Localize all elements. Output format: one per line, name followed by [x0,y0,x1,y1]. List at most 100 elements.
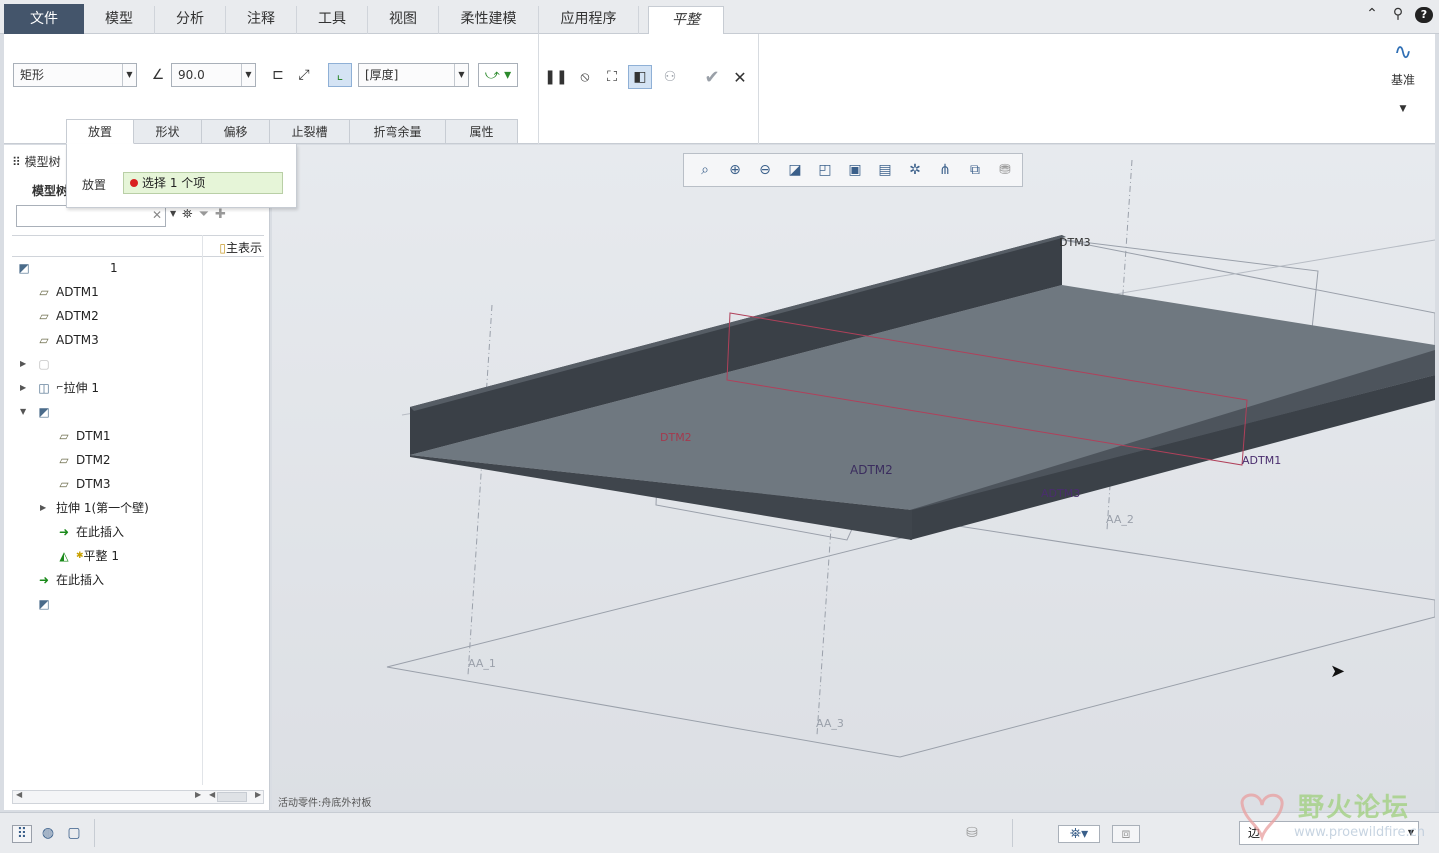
subtab-bend-allowance[interactable]: 折弯余量 [350,119,446,144]
tab-flexible-modeling[interactable]: 柔性建模 [439,6,539,34]
scrollbar-thumb[interactable] [217,792,247,802]
binoculars-icon[interactable]: ⛯ [182,207,192,222]
add-icon[interactable]: ✚ [215,207,226,222]
apply-check-icon[interactable]: ✔ [700,65,724,89]
axis-label-aa2[interactable]: AA_2 [1106,513,1134,526]
model-tree-toggle-icon[interactable]: ⠿ [12,825,32,843]
thickness-value: [厚度] [365,68,399,82]
expand-icon: ▶ [40,503,47,512]
chevron-down-icon[interactable]: ▼ [1383,104,1423,114]
select-box-icon[interactable]: ⧈ [1112,825,1140,843]
tab-annotate[interactable]: 注释 [226,6,297,34]
shape-dropdown[interactable]: 矩形 ▼ [13,63,137,87]
tree-horizontal-scrollbar[interactable]: ◀ ▶ ◀ ▶ [12,790,264,804]
datum-label-dtm2[interactable]: DTM2 [660,431,692,444]
datum-plane-icon: ▱ [59,453,69,467]
tree-node-flat-1[interactable]: ◭ ✱平整 1 [56,545,119,567]
clear-icon[interactable]: ✕ [152,208,162,222]
display-style-icon[interactable]: ◰ [812,157,838,183]
tree-node-insert-here-root[interactable]: ➜ 在此插入 [36,569,104,591]
subtab-placement[interactable]: 放置 [66,119,134,144]
tree-column-header: ▯主表示 [12,235,264,257]
feature-preview-icon[interactable]: ◧ [628,65,652,89]
status-separator [1012,819,1013,847]
tab-analysis[interactable]: 分析 [155,6,226,34]
angle-dropdown[interactable]: 90.0 ▼ [171,63,256,87]
chevron-down-icon[interactable]: ▼ [241,64,255,86]
graphics-window[interactable]: DTM3 DTM2 ADTM2 ADTM3 ADTM1 AA_2 AA_1 AA… [272,145,1435,810]
tree-node-extrude[interactable]: ▶ ◫ ⌐拉伸 1 [20,377,99,399]
model-view[interactable] [272,145,1435,810]
datum-display-icon[interactable]: ✲ [902,157,928,183]
watermark-url: www.proewildfire.cn [1294,825,1425,840]
expand-icon: ▶ [20,383,27,392]
tree-node-adtm2[interactable]: ▱ ADTM2 [36,305,98,327]
browser-toggle-icon[interactable]: ◍ [38,825,58,843]
chevron-down-icon[interactable]: ▼ [170,207,176,222]
tree-node-insert-here[interactable]: ➜ 在此插入 [56,521,124,543]
axis-label-aa1[interactable]: AA_1 [468,657,496,670]
filter-icon[interactable]: ⏷ [199,207,209,222]
main-representation-column[interactable]: ▯主表示 [219,239,262,256]
repaint-icon[interactable]: ◪ [782,157,808,183]
tree-node-sheetmetal[interactable]: ▼ ◩ [20,401,56,423]
regenerate-icon[interactable]: ⛁ [962,825,982,843]
geometry-preview-icon[interactable]: ⛶ [600,65,624,89]
full-screen-icon[interactable]: ▢ [64,825,84,843]
datum-label-adtm2[interactable]: ADTM2 [850,463,893,477]
placement-collector[interactable]: 选择 1 个项 [123,172,283,194]
tree-node-dtm2[interactable]: ▱ DTM2 [56,449,110,471]
tree-node-part[interactable]: ◩ [36,593,56,615]
close-icon[interactable]: ✕ [728,65,752,89]
tab-flat[interactable]: 平整 [648,6,724,35]
tab-file[interactable]: 文件 [4,4,84,34]
thickness-dropdown[interactable]: [厚度] ▼ [358,63,469,87]
search-icon[interactable]: ⚲ [1389,6,1407,23]
collapse-ribbon-icon[interactable]: ⌃ [1363,6,1381,23]
annotation-display-icon[interactable]: ⧉ [962,157,988,183]
tree-node-component[interactable]: ▶ ▢ [20,353,56,375]
tree-node-dtm1[interactable]: ▱ DTM1 [56,425,110,447]
datum-group[interactable]: ∿ 基准 ▼ [1383,40,1423,114]
tree-node-adtm1[interactable]: ▱ ADTM1 [36,281,98,303]
view-manager-icon[interactable]: ▤ [872,157,898,183]
pause-icon[interactable]: ❚❚ [544,65,568,89]
scroll-right-icon: ▶ [255,790,262,799]
subtab-relief[interactable]: 止裂槽 [270,119,350,144]
model-tree-header[interactable]: ⠿ 模型树 [12,153,61,170]
refit-icon[interactable]: ⌕ [692,157,718,183]
no-preview-icon[interactable]: ⦸ [573,65,597,89]
subtab-properties[interactable]: 属性 [446,119,518,144]
chevron-down-icon[interactable]: ▼ [122,64,136,86]
tab-model[interactable]: 模型 [84,6,155,34]
subtab-offset[interactable]: 偏移 [202,119,270,144]
verify-icon[interactable]: ⚇ [658,65,682,89]
help-icon[interactable]: ? [1415,6,1433,23]
tree-node-first-wall[interactable]: ▶ 拉伸 1(第一个壁) [40,497,149,519]
tab-view[interactable]: 视图 [368,6,439,34]
tab-applications[interactable]: 应用程序 [539,6,639,34]
datum-label-adtm3[interactable]: ADTM3 [1041,487,1080,500]
add-bend-icon[interactable]: ⌞ [328,63,352,87]
bend-side-icon[interactable]: ⊏ [266,63,290,87]
bend-radius-side-icon[interactable]: ⤻ ▾ [478,63,518,87]
datum-icon: ∿ [1393,40,1413,65]
datum-label-adtm1[interactable]: ADTM1 [1242,454,1281,467]
subtab-shape[interactable]: 形状 [134,119,202,144]
appearance-icon[interactable]: ⛃ [992,157,1018,183]
zoom-in-icon[interactable]: ⊕ [722,157,748,183]
tree-node-root[interactable]: ◩ 1 [16,257,117,279]
tree-node-adtm3[interactable]: ▱ ADTM3 [36,329,98,351]
tree-node-dtm3[interactable]: ▱ DTM3 [56,473,110,495]
datum-label-dtm3[interactable]: DTM3 [1059,236,1091,249]
flip-direction-icon[interactable]: ⤢ [292,63,316,87]
saved-views-icon[interactable]: ▣ [842,157,868,183]
find-icon[interactable]: ⛯▾ [1058,825,1100,843]
tree-search-input[interactable]: ✕ [16,205,166,227]
model-tree-panel: ⠿ 模型树 模型树 ✕ ▼ ⛯ ⏷ ✚ ▯主表示 ◩ 1 ▱ ADTM1 ▱ ADTM… [4,145,270,810]
tab-tools[interactable]: 工具 [297,6,368,34]
chevron-down-icon[interactable]: ▼ [454,64,468,86]
axis-label-aa3[interactable]: AA_3 [816,717,844,730]
spin-center-icon[interactable]: ⋔ [932,157,958,183]
zoom-out-icon[interactable]: ⊖ [752,157,778,183]
